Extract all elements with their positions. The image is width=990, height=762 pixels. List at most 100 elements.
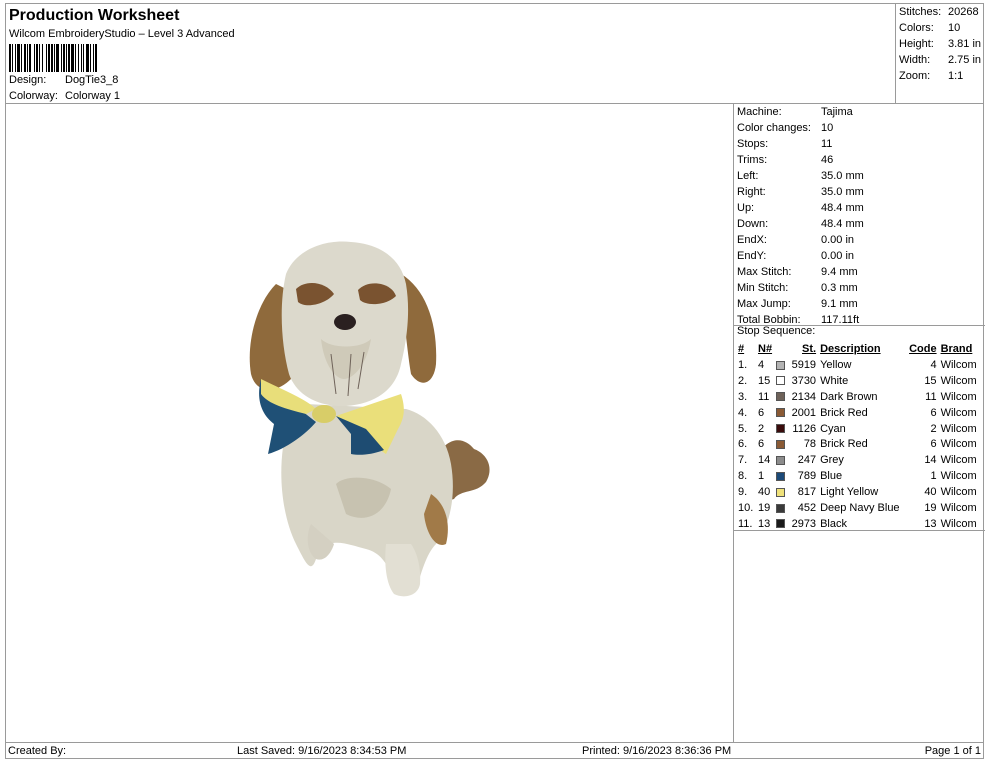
stat-row: Colors: 10 xyxy=(899,22,961,34)
col-needle: N# xyxy=(758,343,773,355)
worksheet-header: Production Worksheet Wilcom EmbroiderySt… xyxy=(5,3,896,104)
colorway-row: Colorway: Colorway 1 xyxy=(9,90,120,102)
row-stitches: 1126 xyxy=(792,422,817,435)
color-swatch xyxy=(776,360,786,370)
row-brand: Wilcom xyxy=(940,374,977,387)
row-brand: Wilcom xyxy=(940,390,977,403)
info-row: Stops: 11 xyxy=(737,138,833,150)
col-code: Code xyxy=(909,343,937,355)
row-needle: 40 xyxy=(758,486,771,499)
color-swatch xyxy=(776,519,786,529)
info-row: Left: 35.0 mm xyxy=(737,170,864,182)
row-brand: Wilcom xyxy=(940,486,977,499)
row-code: 6 xyxy=(930,438,937,451)
created-by: Created By: xyxy=(8,745,67,757)
info-row: EndX: 0.00 in xyxy=(737,234,855,246)
col-description: Description xyxy=(820,343,881,355)
row-code: 14 xyxy=(924,454,937,467)
stat-row: Width: 2.75 in xyxy=(899,54,982,66)
design-preview xyxy=(5,103,734,743)
color-swatch xyxy=(776,439,786,449)
row-description: Yellow xyxy=(820,358,852,371)
row-code: 2 xyxy=(930,422,937,435)
design-value: DogTie3_8 xyxy=(65,74,119,86)
colorway-value: Colorway 1 xyxy=(65,90,121,102)
table-row: 3. 11 2134 Dark Brown 11 Wilcom xyxy=(736,389,979,405)
row-needle: 14 xyxy=(758,454,771,467)
row-code: 11 xyxy=(925,390,937,403)
row-color-cell xyxy=(774,389,788,405)
info-row: Right: 35.0 mm xyxy=(737,186,864,198)
row-index: 10. xyxy=(738,501,754,514)
info-row: Color changes: 10 xyxy=(737,122,834,134)
row-brand: Wilcom xyxy=(940,358,977,371)
row-code: 19 xyxy=(924,501,937,514)
stat-row: Height: 3.81 in xyxy=(899,38,982,50)
page-number: Page 1 of 1 xyxy=(924,745,981,757)
row-index: 4. xyxy=(738,406,748,419)
stat-row: Zoom: 1:1 xyxy=(899,70,964,82)
row-needle: 19 xyxy=(758,501,771,514)
row-stitches: 78 xyxy=(803,438,817,451)
table-row: 2. 15 3730 White 15 Wilcom xyxy=(736,373,979,389)
row-stitches: 789 xyxy=(797,470,817,483)
table-row: 5. 2 1126 Cyan 2 Wilcom xyxy=(736,421,979,437)
row-brand: Wilcom xyxy=(940,406,977,419)
info-row: EndY: 0.00 in xyxy=(737,250,855,262)
table-row: 7. 14 247 Grey 14 Wilcom xyxy=(736,452,979,468)
row-color-cell xyxy=(774,373,788,389)
row-index: 8. xyxy=(738,470,748,483)
row-brand: Wilcom xyxy=(940,470,977,483)
color-swatch xyxy=(776,408,786,418)
row-description: Cyan xyxy=(820,422,846,435)
embroidery-dog-illustration xyxy=(249,241,490,597)
row-needle: 1 xyxy=(758,470,765,483)
stat-row: Stitches: 20268 xyxy=(899,6,979,18)
table-header-row: # N# St. Description Code Brand xyxy=(736,341,979,357)
row-needle: 4 xyxy=(758,358,765,371)
divider xyxy=(734,530,985,531)
row-brand: Wilcom xyxy=(940,454,977,467)
row-code: 6 xyxy=(930,406,937,419)
row-index: 9. xyxy=(738,486,748,499)
info-row: Trims: 46 xyxy=(737,154,834,166)
stop-sequence-table: # N# St. Description Code Brand 1. 4 5919 Y… xyxy=(736,341,979,532)
row-stitches: 247 xyxy=(797,454,817,467)
row-stitches: 5919 xyxy=(791,358,817,371)
table-row: 9. 40 817 Light Yellow 40 Wilcom xyxy=(736,484,979,500)
col-index: # xyxy=(738,343,745,355)
row-stitches: 817 xyxy=(797,486,817,499)
page-title: Production Worksheet xyxy=(9,7,180,24)
row-color-cell xyxy=(774,405,788,421)
col-stitches: St. xyxy=(802,343,817,355)
last-saved: Last Saved: 9/16/2023 8:34:53 PM xyxy=(237,745,407,757)
row-color-cell xyxy=(774,452,788,468)
row-stitches: 3730 xyxy=(791,374,817,387)
row-description: Grey xyxy=(820,454,844,467)
row-code: 40 xyxy=(924,486,937,499)
info-row: Up: 48.4 mm xyxy=(737,202,864,214)
row-brand: Wilcom xyxy=(940,422,977,435)
table-row: 10. 19 452 Deep Navy Blue 19 Wilcom xyxy=(736,500,979,516)
info-row: Max Stitch: 9.4 mm xyxy=(737,266,858,278)
row-index: 7. xyxy=(738,454,748,467)
row-description: Deep Navy Blue xyxy=(820,501,900,514)
row-code: 15 xyxy=(924,374,937,387)
row-needle: 6 xyxy=(758,406,765,419)
row-needle: 6 xyxy=(758,438,765,451)
barcode xyxy=(9,44,97,72)
row-color-cell xyxy=(774,468,788,484)
color-swatch xyxy=(776,471,786,481)
table-row: 1. 4 5919 Yellow 4 Wilcom xyxy=(736,357,979,373)
stats-box: Stitches: 20268 Colors: 10 Height: 3.81 in … xyxy=(895,3,984,104)
row-index: 1. xyxy=(738,358,748,371)
row-description: Dark Brown xyxy=(820,390,878,403)
row-stitches: 2134 xyxy=(791,390,817,403)
row-description: Light Yellow xyxy=(820,486,879,499)
row-index: 6. xyxy=(738,438,748,451)
machine-info-panel: Machine: Tajima Color changes: 10 Stops: 11… xyxy=(733,103,985,743)
table-row: 6. 6 78 Brick Red 6 Wilcom xyxy=(736,436,979,452)
design-label: Design: xyxy=(9,74,47,86)
color-swatch xyxy=(776,424,786,434)
design-row: Design: DogTie3_8 xyxy=(9,74,118,86)
